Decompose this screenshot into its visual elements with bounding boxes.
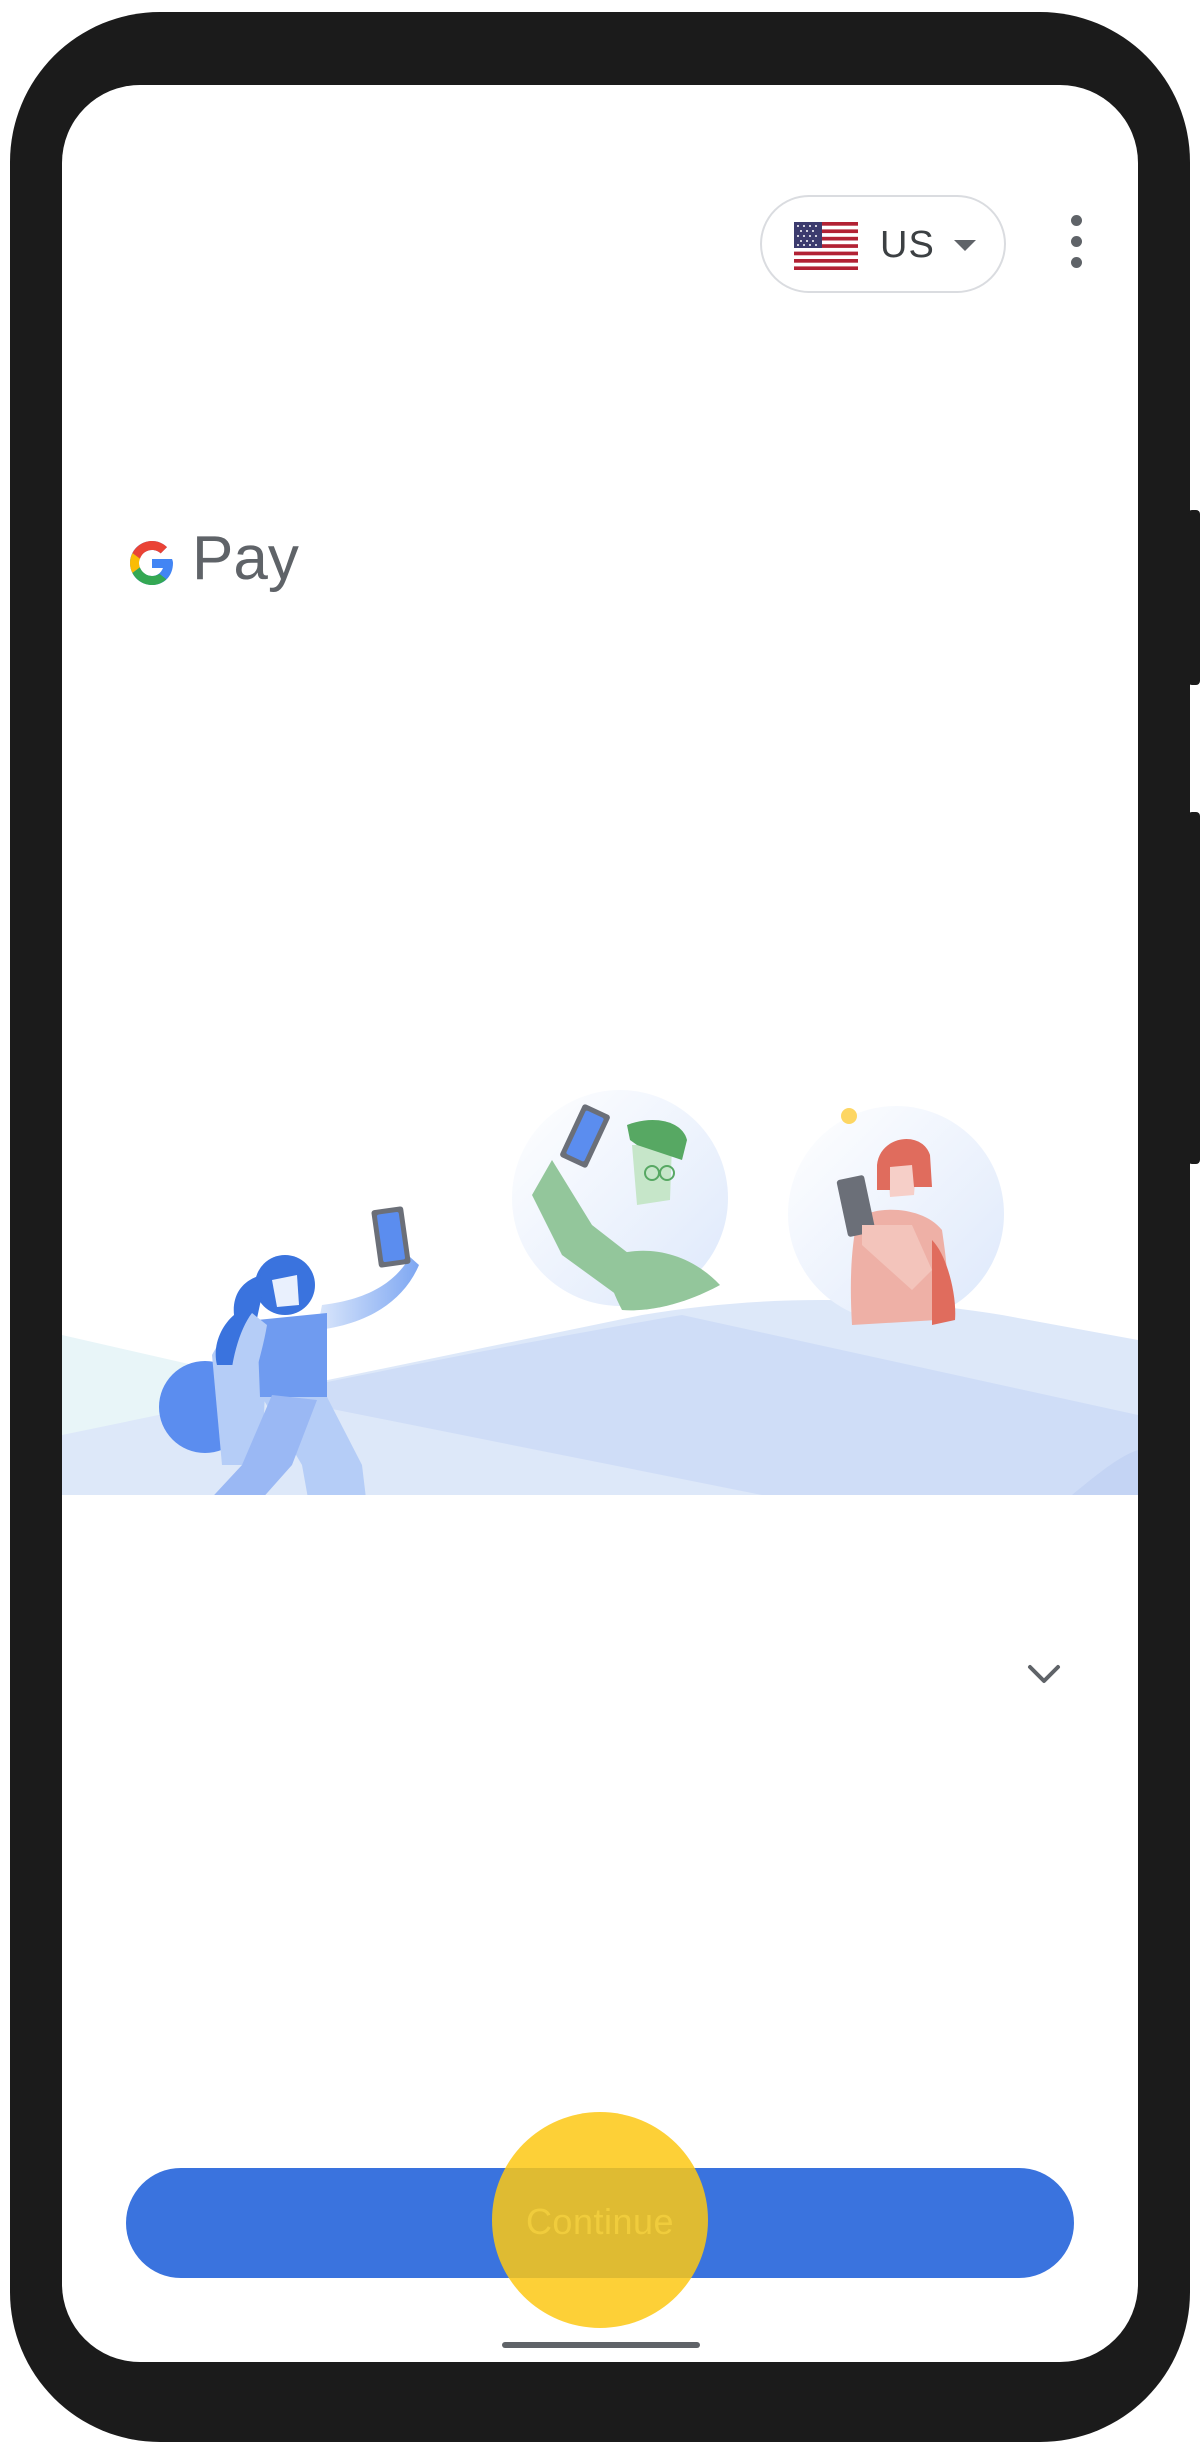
- chevron-down-icon[interactable]: [1014, 1655, 1074, 1695]
- logo-text: Pay: [192, 524, 299, 593]
- us-flag-icon: [794, 222, 858, 270]
- volume-button: [1188, 812, 1200, 1164]
- dropdown-arrow-icon: [954, 240, 976, 251]
- country-selector[interactable]: US: [760, 195, 1006, 293]
- home-indicator[interactable]: [502, 2342, 700, 2348]
- country-code: US: [880, 224, 935, 266]
- people-sending-money-illustration: [62, 1090, 1138, 1495]
- more-options-button[interactable]: [1062, 215, 1092, 275]
- power-button: [1188, 510, 1200, 685]
- more-vert-icon: [1071, 215, 1082, 226]
- app-screen: US Pay Continue: [62, 85, 1138, 2362]
- continue-button-label: Continue: [525, 2201, 675, 2242]
- google-g-icon: [130, 541, 173, 585]
- google-pay-logo: Pay: [124, 524, 324, 605]
